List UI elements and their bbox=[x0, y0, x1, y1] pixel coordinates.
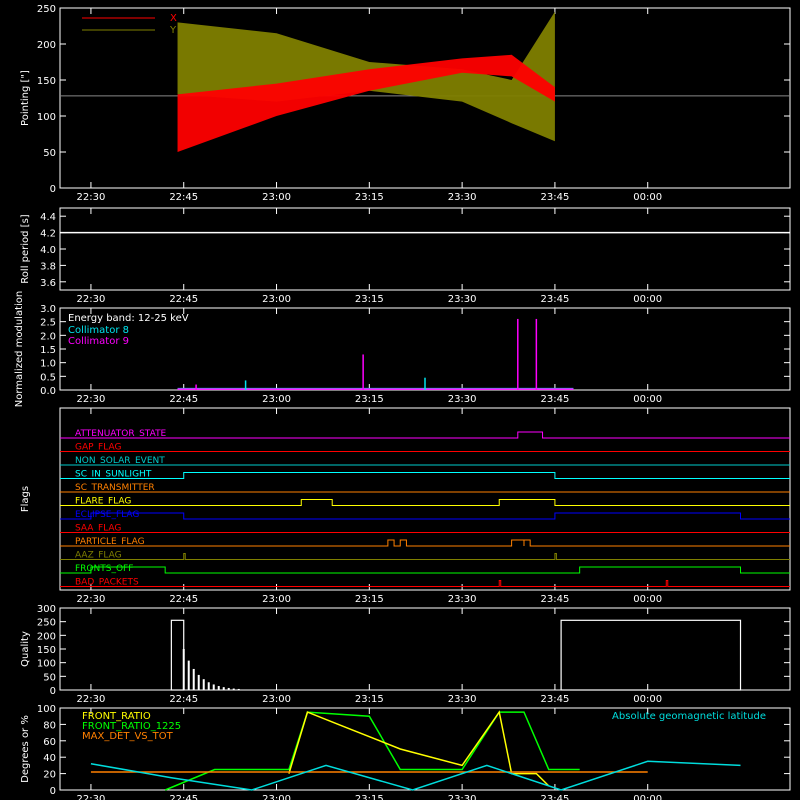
x-tick-label: 23:15 bbox=[355, 594, 384, 605]
x-tick-label: 23:30 bbox=[448, 694, 477, 705]
legend-label: X bbox=[170, 13, 177, 24]
y-tick-label: 4.4 bbox=[40, 212, 56, 223]
x-tick-label: 22:45 bbox=[169, 594, 198, 605]
y-tick-label: 100 bbox=[37, 659, 56, 670]
y-tick-label: 60 bbox=[43, 737, 56, 748]
right-axis-label: Absolute geomagnetic latitude bbox=[612, 711, 766, 722]
multi-panel-chart: 22:30 22:45 23:00 23:15 23:30 23:45 00:00 Point… bbox=[0, 0, 800, 800]
x-tick-label: 23:15 bbox=[355, 694, 384, 705]
y-tick-label: 300 bbox=[37, 604, 56, 615]
x-tick-label: 23:00 bbox=[262, 294, 291, 305]
x-tick-label: 23:00 bbox=[262, 192, 291, 203]
y-tick-label: 1.5 bbox=[40, 345, 56, 356]
y-tick-label: 0 bbox=[50, 184, 56, 195]
x-tick-label: 00:00 bbox=[633, 594, 662, 605]
x-tick-label: 22:30 bbox=[77, 294, 106, 305]
y-tick-label: 2.0 bbox=[40, 331, 56, 342]
x-tick-label: 23:45 bbox=[541, 394, 570, 405]
y-tick-label: 50 bbox=[43, 672, 56, 683]
legend-label: Collimator 8 bbox=[68, 325, 129, 336]
x-tick-label: 23:30 bbox=[448, 794, 477, 800]
x-tick-label: 23:45 bbox=[541, 192, 570, 203]
y-tick-label: 0 bbox=[50, 686, 56, 697]
y-axis-label: Pointing ["] bbox=[20, 70, 31, 126]
x-tick-label: 00:00 bbox=[633, 192, 662, 203]
y-tick-label: 100 bbox=[37, 704, 56, 715]
legend-label: Y bbox=[169, 25, 177, 36]
y-tick-label: 0 bbox=[50, 786, 56, 797]
x-tick-label: 23:00 bbox=[262, 594, 291, 605]
y-tick-label: 3.6 bbox=[40, 278, 56, 289]
x-tick-label: 22:45 bbox=[169, 394, 198, 405]
x-tick-label: 23:15 bbox=[355, 394, 384, 405]
y-axis-label: Normalized modulation bbox=[14, 291, 25, 408]
x-tick-label: 22:45 bbox=[169, 694, 198, 705]
x-tick-label: 22:30 bbox=[77, 694, 106, 705]
legend-label: MAX_DET_VS_TOT bbox=[82, 731, 174, 742]
x-tick-label: 23:30 bbox=[448, 294, 477, 305]
y-tick-label: 150 bbox=[37, 76, 56, 87]
y-tick-label: 3.8 bbox=[40, 261, 56, 272]
x-tick-label: 23:00 bbox=[262, 794, 291, 800]
y-tick-label: 150 bbox=[37, 645, 56, 656]
x-tick-label: 23:45 bbox=[541, 594, 570, 605]
x-tick-label: 23:30 bbox=[448, 394, 477, 405]
x-tick-label: 23:45 bbox=[541, 694, 570, 705]
y-tick-label: 0.5 bbox=[40, 372, 56, 383]
x-tick-label: 00:00 bbox=[633, 694, 662, 705]
x-tick-label: 23:15 bbox=[355, 294, 384, 305]
x-tick-label: 23:15 bbox=[355, 794, 384, 800]
y-tick-label: 20 bbox=[43, 770, 56, 781]
y-tick-label: 1.0 bbox=[40, 359, 56, 370]
x-tick-label: 23:30 bbox=[448, 192, 477, 203]
y-axis-label: Roll period [s] bbox=[20, 214, 31, 283]
y-tick-label: 50 bbox=[43, 148, 56, 159]
x-tick-label: 00:00 bbox=[633, 794, 662, 800]
y-tick-label: 2.5 bbox=[40, 318, 56, 329]
x-tick-label: 22:30 bbox=[77, 794, 106, 800]
x-tick-label: 23:15 bbox=[355, 192, 384, 203]
y-axis-label: Quality bbox=[20, 631, 31, 667]
x-tick-label: 23:45 bbox=[541, 794, 570, 800]
y-tick-label: 100 bbox=[37, 112, 56, 123]
y-tick-label: 250 bbox=[37, 4, 56, 15]
x-tick-label: 23:00 bbox=[262, 694, 291, 705]
energy-band-annotation: Energy band: 12-25 keV bbox=[68, 313, 189, 324]
y-tick-label: 200 bbox=[37, 40, 56, 51]
x-tick-label: 22:30 bbox=[77, 594, 106, 605]
x-tick-label: 00:00 bbox=[633, 394, 662, 405]
x-tick-label: 22:45 bbox=[169, 192, 198, 203]
x-tick-label: 22:30 bbox=[77, 192, 106, 203]
x-tick-label: 00:00 bbox=[633, 294, 662, 305]
x-tick-label: 23:30 bbox=[448, 594, 477, 605]
x-tick-label: 23:00 bbox=[262, 394, 291, 405]
y-axis-label: Flags bbox=[20, 486, 31, 512]
y-tick-label: 250 bbox=[37, 618, 56, 629]
y-axis-label: Degrees or % bbox=[20, 715, 31, 783]
x-tick-label: 22:30 bbox=[77, 394, 106, 405]
y-tick-label: 0.0 bbox=[40, 386, 56, 397]
y-tick-label: 80 bbox=[43, 720, 56, 731]
y-tick-label: 40 bbox=[43, 753, 56, 764]
y-tick-label: 200 bbox=[37, 631, 56, 642]
x-tick-label: 23:45 bbox=[541, 294, 570, 305]
x-tick-label: 22:45 bbox=[169, 294, 198, 305]
x-tick-label: 22:45 bbox=[169, 794, 198, 800]
y-tick-label: 4.2 bbox=[40, 229, 56, 240]
y-tick-label: 4.0 bbox=[40, 245, 56, 256]
y-tick-label: 3.0 bbox=[40, 304, 56, 315]
legend-label: Collimator 9 bbox=[68, 336, 129, 347]
